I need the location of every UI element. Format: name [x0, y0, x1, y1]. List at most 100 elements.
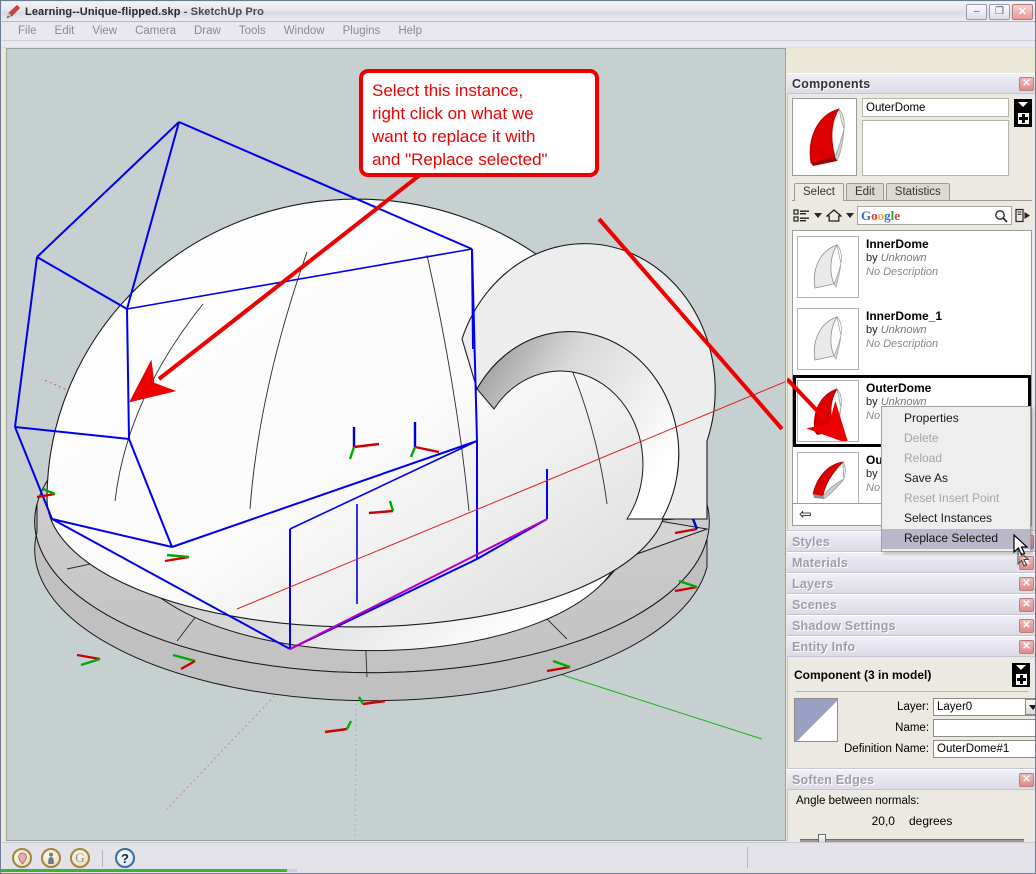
plus-icon [1017, 113, 1029, 124]
menu-item-camera[interactable]: Camera [126, 23, 185, 40]
maximize-button[interactable]: ❐ [989, 4, 1010, 20]
menu-item-tools[interactable]: Tools [230, 23, 275, 40]
chevron-down-icon [1016, 665, 1026, 670]
maximize-icon: ❐ [995, 6, 1004, 17]
list-item-name: InnerDome_1 [866, 309, 943, 323]
shadow-settings-tray-header[interactable]: Shadow Settings ✕ [787, 615, 1035, 636]
entity-layer-select[interactable]: Layer0 [933, 698, 1035, 716]
materials-tray-title: Materials [792, 555, 848, 570]
components-close-icon[interactable]: ✕ [1019, 77, 1034, 91]
materials-close-icon[interactable]: ✕ [1019, 556, 1034, 570]
menu-item-draw[interactable]: Draw [185, 23, 230, 40]
context-menu-item-properties[interactable]: Properties [882, 409, 1030, 429]
minimize-button[interactable]: – [966, 4, 987, 20]
window-titlebar: Learning--Unique-flipped.skp - SketchUp … [2, 2, 1035, 22]
home-dropdown-icon[interactable] [845, 206, 855, 225]
list-view-icon[interactable] [792, 206, 811, 225]
plus-icon [1015, 674, 1027, 685]
context-menu-item-select-instances[interactable]: Select Instances [882, 509, 1030, 529]
menu-item-edit[interactable]: Edit [46, 23, 84, 40]
list-item-description: No Description [866, 265, 939, 278]
back-arrow-icon[interactable]: ⇦ [799, 507, 812, 522]
entity-info-close-icon[interactable]: ✕ [1019, 640, 1034, 654]
entity-info-divider [796, 691, 1028, 692]
window-controls: – ❐ ✕ [966, 4, 1033, 20]
context-menu-item-save-as[interactable]: Save As [882, 469, 1030, 489]
layers-close-icon[interactable]: ✕ [1019, 577, 1034, 591]
tab-statistics[interactable]: Statistics [885, 183, 950, 200]
shadow-settings-close-icon[interactable]: ✕ [1019, 619, 1034, 633]
geo-location-icon[interactable] [12, 848, 32, 868]
close-icon: ✕ [1017, 5, 1028, 18]
menu-item-window[interactable]: Window [275, 23, 334, 40]
component-fields: OuterDome [862, 98, 1009, 176]
list-view-dropdown-icon[interactable] [813, 206, 823, 225]
entity-name-label: Name: [895, 722, 930, 734]
measurement-divider [748, 847, 749, 868]
soften-angle-label: Angle between normals: [796, 795, 920, 807]
layers-tray-title: Layers [792, 576, 834, 591]
soften-edges-close-icon[interactable]: ✕ [1019, 773, 1034, 787]
statusbar-buttons: G ? [12, 848, 135, 868]
tab-select[interactable]: Select [794, 183, 844, 201]
entity-info-body: Component (3 in model) Layer: Layer0 Nam… [787, 657, 1035, 769]
entity-definition-input[interactable]: OuterDome#1 [933, 740, 1035, 758]
component-context-menu[interactable]: Properties Delete Reload Save As Reset I… [881, 406, 1031, 552]
magnifier-icon[interactable] [994, 209, 1008, 223]
component-detail-row: OuterDome [792, 98, 1032, 176]
help-question-icon[interactable]: ? [115, 848, 135, 868]
scenes-close-icon[interactable]: ✕ [1019, 598, 1034, 612]
context-menu-item-replace-selected[interactable]: Replace Selected [882, 529, 1030, 549]
context-menu-item-reload: Reload [904, 451, 943, 465]
entity-info-fields: Layer: Layer0 Name: Definition Name: Out… [844, 698, 1035, 761]
list-item-name: InnerDome [866, 237, 929, 251]
minimize-icon: – [973, 6, 980, 17]
statusbar-divider [102, 849, 103, 867]
component-description-input[interactable] [862, 120, 1009, 176]
list-item-name: OuterDome [866, 381, 932, 395]
component-name-input[interactable]: OuterDome [862, 98, 1009, 117]
list-item[interactable]: InnerDome by Unknown No Description [793, 231, 1031, 303]
styles-tray-title: Styles [792, 534, 831, 549]
person-icon[interactable] [41, 848, 61, 868]
list-item-meta: InnerDome by Unknown No Description [866, 236, 938, 279]
soften-angle-unit: degrees [908, 814, 953, 828]
tab-edit[interactable]: Edit [845, 183, 884, 200]
scenes-tray-header[interactable]: Scenes ✕ [787, 594, 1035, 615]
entity-name-input[interactable] [933, 719, 1035, 737]
list-item[interactable]: InnerDome_1 by Unknown No Description [793, 303, 1031, 375]
soften-angle-readout: 20,0 degrees [796, 814, 1028, 828]
soften-edges-tray-header[interactable]: Soften Edges ✕ [787, 769, 1035, 790]
list-item-author: by Unknown [866, 323, 927, 336]
entity-info-tray-header[interactable]: Entity Info ✕ [787, 636, 1035, 657]
entity-info-tray-title: Entity Info [792, 639, 856, 654]
close-button[interactable]: ✕ [1012, 4, 1033, 20]
components-tray-header[interactable]: Components ✕ [787, 73, 1035, 94]
measurement-box[interactable] [747, 847, 1032, 868]
annotation-callout: Select this instance, right click on wha… [359, 69, 599, 177]
google-g-icon[interactable]: G [70, 848, 90, 868]
outerdome-red-thumbnail [797, 380, 859, 442]
search-input[interactable]: Google [857, 206, 1012, 225]
menu-item-view[interactable]: View [83, 23, 126, 40]
list-item-description: No Description [866, 337, 939, 350]
material-swatch[interactable] [794, 698, 838, 742]
menu-item-help[interactable]: Help [389, 23, 431, 40]
chevron-down-icon [1018, 102, 1028, 107]
sketchup-pencil-icon [5, 4, 21, 20]
entity-layer-line: Layer: Layer0 [844, 698, 1035, 716]
component-stack-button[interactable] [1014, 99, 1032, 127]
menu-item-plugins[interactable]: Plugins [334, 23, 390, 40]
home-icon[interactable] [825, 206, 843, 225]
list-item-meta: InnerDome_1 by Unknown No Description [866, 308, 942, 351]
details-flyout-icon[interactable] [1014, 206, 1032, 225]
sketchup-main-window: Learning--Unique-flipped.skp - SketchUp … [0, 0, 1036, 874]
layers-tray-header[interactable]: Layers ✕ [787, 573, 1035, 594]
entity-stack-button[interactable] [1012, 663, 1030, 687]
menu-item-file[interactable]: File [9, 23, 46, 40]
context-menu-item-reset-insert-point: Reset Insert Point [904, 491, 1000, 505]
chevron-down-icon[interactable] [1025, 699, 1035, 715]
soften-edges-tray-title: Soften Edges [792, 772, 875, 787]
materials-tray-header[interactable]: Materials ✕ [787, 552, 1035, 573]
window-title-app: SketchUp Pro [190, 5, 264, 18]
